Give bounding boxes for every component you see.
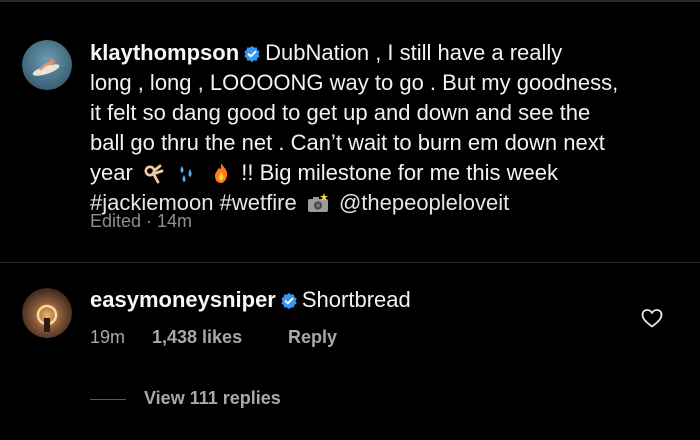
caption-line-5b: !! Big milestone for me this week — [241, 160, 558, 185]
verified-badge-icon — [243, 41, 261, 71]
replies-dash — [90, 398, 126, 400]
avatar-sunset-icon[interactable] — [22, 288, 72, 338]
camera-flash-emoji — [306, 192, 330, 222]
avatar-surfer-icon[interactable] — [22, 40, 72, 90]
comment-meta: 19m 1,438 likes Reply — [90, 327, 337, 348]
reply-button[interactable]: Reply — [288, 327, 337, 348]
verified-badge-icon — [280, 288, 298, 318]
caption-line-5: year — [90, 160, 133, 185]
comment-author-username[interactable]: easymoneysniper — [90, 287, 276, 312]
caption-line-3: it felt so dang good to get up and down … — [90, 100, 591, 125]
comment-thread: klaythompson DubNation , I still have a r… — [0, 0, 700, 440]
heart-outline-icon[interactable] — [640, 306, 664, 330]
comment-time: 19m — [90, 327, 126, 347]
comment-row: easymoneysniper Shortbread — [90, 285, 630, 318]
comment-likes-link[interactable]: 1,438 likes — [152, 327, 288, 348]
comment-text: Shortbread — [301, 287, 411, 312]
mention-link[interactable]: @thepeopleloveit — [339, 190, 509, 215]
post-caption: klaythompson DubNation , I still have a r… — [90, 38, 690, 218]
caption-line-1: DubNation , I still have a really — [265, 40, 563, 65]
view-replies-label: View 111 replies — [144, 388, 281, 408]
hashtag-wetfire[interactable]: #wetfire — [220, 190, 297, 215]
top-divider — [0, 0, 700, 2]
post-meta: Edited · 14m — [90, 211, 193, 231]
view-replies-button[interactable]: View 111 replies — [90, 388, 281, 409]
caption-line-2: long , long , LOOOONG way to go . But my… — [90, 70, 619, 95]
post-author-username[interactable]: klaythompson — [90, 40, 239, 65]
caption-line-4: ball go thru the net . Can’t wait to bur… — [90, 130, 605, 155]
section-divider — [0, 262, 700, 263]
